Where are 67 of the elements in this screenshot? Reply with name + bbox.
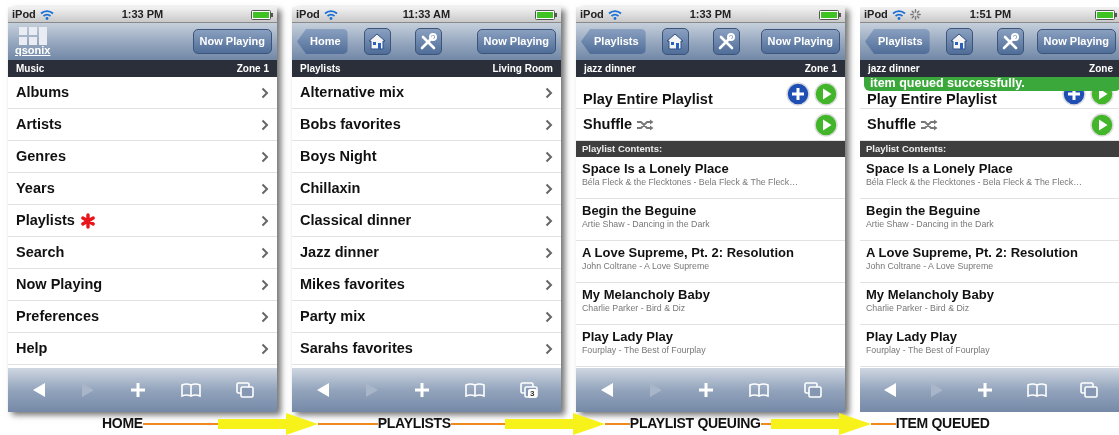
menu-item-label: Party mix xyxy=(300,306,366,326)
carrier-label: iPod xyxy=(12,7,36,23)
action-label: Shuffle xyxy=(583,114,633,134)
contents-header: Playlist Contents: xyxy=(576,141,845,157)
song-title: Begin the Beguine xyxy=(866,203,982,219)
song-title: Play Lady Play xyxy=(582,329,675,345)
menu-item-label: Search xyxy=(16,242,65,262)
song-title: Space Is a Lonely Place xyxy=(582,161,730,177)
tab-count: 3 xyxy=(528,389,537,398)
menu-item-label: Jazz dinner xyxy=(300,242,379,262)
action-label: Shuffle xyxy=(867,114,917,134)
menu-item-label: Genres xyxy=(16,146,66,166)
carrier-label: iPod xyxy=(296,7,320,23)
menu-item-label: Now Playing xyxy=(16,274,103,294)
logo-text: qsonix xyxy=(15,45,51,56)
menu-item-label: Help xyxy=(16,338,48,358)
song-title: Begin the Beguine xyxy=(582,203,698,219)
step-caption: ITEM QUEUED xyxy=(895,414,990,433)
song-subtitle: Charlie Parker - Bird & Diz xyxy=(866,302,971,314)
song-subtitle: Artie Shaw - Dancing in the Dark xyxy=(866,218,995,230)
header-title: jazz dinner xyxy=(584,62,636,76)
header-title: Music xyxy=(16,62,45,76)
step-caption: HOME xyxy=(102,414,143,433)
carrier-label: iPod xyxy=(580,7,604,23)
song-subtitle: Fourplay - The Best of Fourplay xyxy=(866,344,991,356)
carrier-label: iPod xyxy=(864,7,888,23)
song-subtitle: Artie Shaw - Dancing in the Dark xyxy=(582,218,711,230)
song-title: A Love Supreme, Pt. 2: Resolution xyxy=(582,245,795,261)
step-caption: PLAYLISTS xyxy=(377,414,451,433)
menu-item-label: Alternative mix xyxy=(300,82,404,102)
song-subtitle: John Coltrane - A Love Supreme xyxy=(866,260,995,272)
clock-label: 1:51 PM xyxy=(969,8,1012,21)
song-title: My Melancholy Baby xyxy=(582,287,711,303)
menu-item-label: Albums xyxy=(16,82,70,102)
zone-label: Zone 1 xyxy=(804,62,837,76)
menu-item-label: Sarahs favorites xyxy=(300,338,413,358)
menu-item-label: Years xyxy=(16,178,55,198)
menu-item-label: Classical dinner xyxy=(300,210,412,230)
song-subtitle: Fourplay - The Best of Fourplay xyxy=(582,344,707,356)
queued-toast: item queued successfully. xyxy=(864,77,1119,91)
action-label: Play Entire Playlist xyxy=(583,91,713,106)
song-subtitle: Béla Fleck & the Flecktones - Bela Fleck & The Fleck… xyxy=(582,176,799,188)
song-title: Space Is a Lonely Place xyxy=(866,161,1014,177)
menu-item-label: Boys Night xyxy=(300,146,377,166)
menu-item-label: Chillaxin xyxy=(300,178,361,198)
menu-item-label: Artists xyxy=(16,114,62,134)
menu-item-label: Playlists xyxy=(16,210,75,230)
song-title: Play Lady Play xyxy=(866,329,959,345)
menu-item-label: Preferences xyxy=(16,306,100,326)
clock-label: 1:33 PM xyxy=(121,8,164,21)
header-title: jazz dinner xyxy=(868,62,920,76)
song-subtitle: Charlie Parker - Bird & Diz xyxy=(582,302,687,314)
song-subtitle: Béla Fleck & the Flecktones - Bela Fleck & The Fleck… xyxy=(866,176,1083,188)
song-title: My Melancholy Baby xyxy=(866,287,995,303)
clock-label: 1:33 PM xyxy=(689,8,732,21)
zone-label: Zone 1 xyxy=(236,62,269,76)
zone-label: Living Room xyxy=(492,62,553,76)
contents-header: Playlist Contents: xyxy=(860,141,1119,157)
action-label: Play Entire Playlist xyxy=(867,91,997,106)
zone-label: Zone xyxy=(1089,62,1113,76)
menu-item-label: Mikes favorites xyxy=(300,274,405,294)
clock-label: 11:33 AM xyxy=(402,8,451,21)
step-caption: PLAYLIST QUEUING xyxy=(629,414,761,433)
header-title: Playlists xyxy=(300,62,341,76)
song-subtitle: John Coltrane - A Love Supreme xyxy=(582,260,711,272)
song-title: A Love Supreme, Pt. 2: Resolution xyxy=(866,245,1079,261)
menu-item-label: Bobs favorites xyxy=(300,114,401,134)
